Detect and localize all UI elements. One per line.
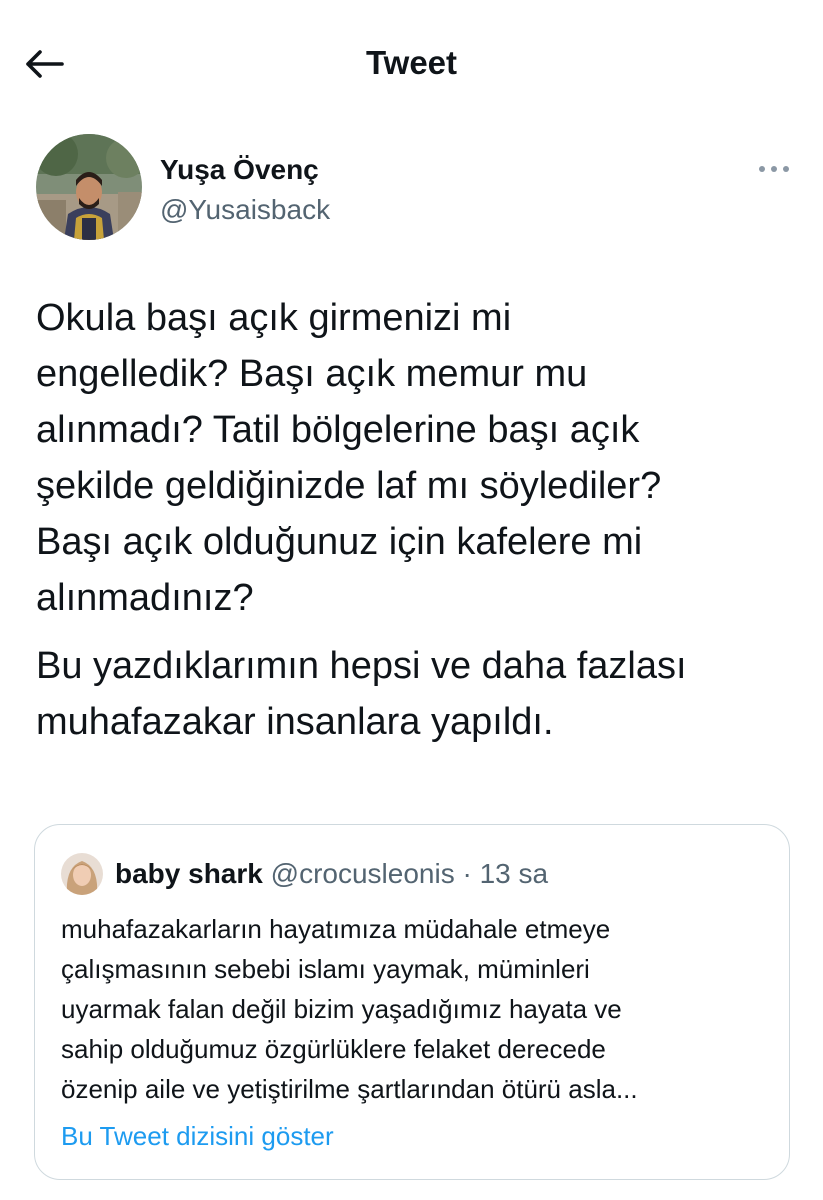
quoted-profile-photo — [61, 853, 103, 895]
quoted-tweet[interactable]: baby shark @crocusleonis · 13 sa muhafaz… — [34, 824, 790, 1180]
more-horizontal-icon — [759, 166, 789, 172]
author-name[interactable]: Yuşa Övenç — [160, 154, 319, 186]
tweet-text: Okula başı açık girmenizi mi engelledik?… — [36, 290, 796, 750]
quoted-author-handle: @crocusleonis — [270, 858, 455, 889]
avatar — [61, 853, 103, 895]
page-title: Tweet — [365, 44, 458, 81]
top-bar: Tweet — [0, 0, 823, 128]
tweet-paragraph: Okula başı açık girmenizi mi engelledik?… — [36, 297, 662, 619]
tweet-author: Yuşa Övenç @Yusaisback — [36, 132, 796, 248]
quoted-text: muhafazakarların hayatımıza müdahale etm… — [61, 914, 638, 1104]
quoted-meta: baby shark @crocusleonis · 13 sa — [115, 858, 548, 890]
quoted-timestamp: 13 sa — [479, 858, 549, 889]
more-button[interactable] — [756, 154, 792, 184]
tweet-paragraph: Bu yazdıklarımın hepsi ve daha fazlası m… — [36, 645, 687, 743]
separator: · — [462, 858, 472, 889]
show-thread-link[interactable]: Bu Tweet dizisini göster — [61, 1121, 334, 1152]
avatar[interactable] — [36, 134, 142, 240]
quoted-author-name: baby shark — [115, 858, 263, 889]
author-handle[interactable]: @Yusaisback — [160, 194, 330, 226]
profile-photo — [36, 134, 142, 240]
